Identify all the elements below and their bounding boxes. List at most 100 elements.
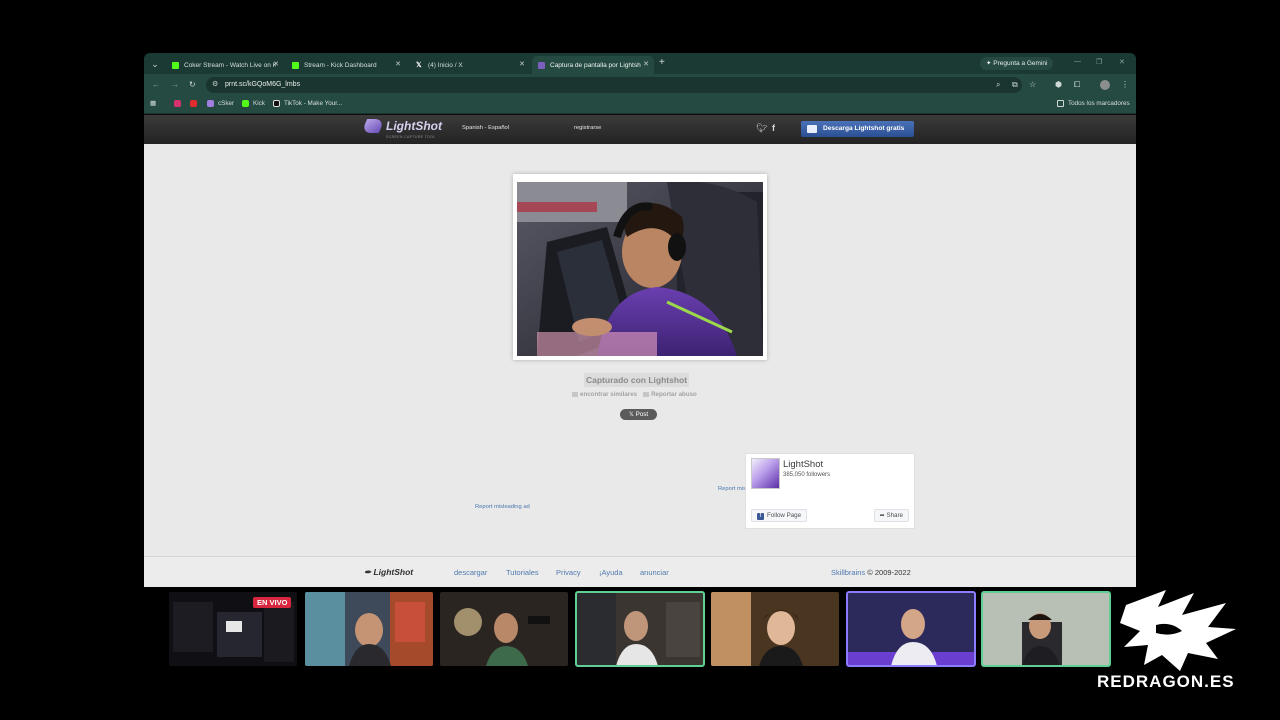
footer-link-privacy[interactable]: Privacy — [556, 568, 581, 577]
x-icon: 𝕏 — [416, 61, 422, 69]
folder-label: Todos los marcadores — [1068, 100, 1130, 107]
extension-icon[interactable]: ⬢ — [1055, 81, 1062, 89]
copyright-text: © 2009-2022 — [867, 568, 911, 577]
footer-link-help[interactable]: ¡Ayuda — [599, 568, 623, 577]
tab-x-inicio[interactable]: 𝕏 (4) Inicio / X ✕ — [410, 56, 530, 74]
flag-icon — [643, 391, 650, 397]
language-selector[interactable]: Spanish - Español — [462, 125, 509, 131]
captured-label: Capturado con Lightshot — [584, 373, 690, 387]
webcam-tile-1: EN VIVO — [169, 592, 297, 666]
streamer-cam-2 — [305, 592, 433, 666]
bookmark-instagram[interactable] — [174, 100, 185, 107]
close-icon[interactable]: ✕ — [519, 60, 525, 68]
find-similar-label: encontrar similares — [580, 391, 638, 398]
kick-icon — [292, 61, 299, 69]
forward-icon[interactable]: → — [171, 80, 179, 89]
window-close-icon[interactable]: ✕ — [1119, 58, 1125, 66]
share-button[interactable]: ➦ Share — [873, 509, 909, 522]
tiktok-icon — [273, 100, 280, 107]
bookmark-label: Kick — [253, 100, 265, 107]
webcam-tile-4 — [575, 591, 705, 667]
stream-layout: ⌄ Coker Stream - Watch Live on K ✕ Strea… — [0, 0, 1280, 720]
puzzle-icon[interactable]: ⧠ — [1074, 81, 1080, 89]
bookmark-label: cSker — [218, 100, 235, 107]
kick-icon — [172, 61, 179, 69]
twitch-icon — [207, 100, 214, 107]
close-icon[interactable]: ✕ — [643, 60, 649, 68]
back-icon[interactable]: ← — [152, 80, 160, 89]
gemini-label: Pregunta a Gemini — [993, 60, 1048, 67]
zoom-icon[interactable]: ⌕ — [996, 81, 1000, 89]
screenshot-image[interactable] — [517, 182, 763, 356]
fb-page-name[interactable]: LightShot — [783, 459, 823, 470]
tab-label: Coker Stream - Watch Live on K — [184, 61, 276, 69]
install-app-icon[interactable]: ⧉ — [1012, 81, 1018, 89]
bookmark-label: TikTok - Make Your... — [284, 100, 343, 107]
tab-strip: ⌄ Coker Stream - Watch Live on K ✕ Strea… — [144, 53, 1136, 74]
x-post-button[interactable]: 𝕏 Post — [620, 409, 657, 420]
new-tab-icon[interactable]: + — [659, 57, 665, 68]
download-label: Descarga Lightshot gratis — [823, 125, 905, 132]
follow-page-button[interactable]: f Follow Page — [751, 509, 808, 522]
image-actions: encontrar similares Reportar abuso — [572, 391, 697, 398]
maximize-icon[interactable]: ❐ — [1096, 58, 1102, 66]
x-post-label: Post — [635, 411, 649, 418]
bookmark-tiktok[interactable]: TikTok - Make Your... — [273, 100, 342, 107]
site-header: LightShot SCREEN CAPTURE TOOL Spanish - … — [144, 115, 1136, 144]
report-abuse-link[interactable]: Reportar abuso — [643, 391, 697, 398]
footer-copyright: Skillbrains © 2009-2022 — [831, 568, 911, 577]
tab-lightshot[interactable]: Captura de pantalla por Lightsh ✕ — [532, 56, 654, 74]
kick-icon — [242, 100, 249, 107]
screenshot-frame — [513, 174, 767, 360]
footer-link-download[interactable]: descargar — [454, 568, 487, 577]
site-footer: ✒ LightShot descargar Tutoriales Privacy… — [144, 556, 1136, 587]
bookmarks-folder[interactable]: Todos los marcadores — [1057, 100, 1130, 107]
find-similar-link[interactable]: encontrar similares — [572, 391, 637, 398]
search-icon — [572, 391, 578, 397]
report-abuse-label: Reportar abuso — [651, 391, 697, 398]
minimize-icon[interactable]: — — [1074, 58, 1081, 65]
download-button[interactable]: Descarga Lightshot gratis — [801, 121, 914, 137]
bookmark-kick[interactable]: Kick — [242, 100, 265, 107]
bookmark-cSker[interactable]: cSker — [207, 100, 234, 107]
gemini-button[interactable]: ✦ Pregunta a Gemini — [980, 57, 1054, 70]
register-link[interactable]: registrarse — [574, 125, 601, 131]
bookmarks-bar: ▦ cSker Kick TikTok - Make Your... Todos… — [144, 96, 1136, 114]
url-text[interactable]: prnt.sc/kGQoM6G_lmbs — [225, 81, 300, 88]
facebook-icon[interactable]: f — [772, 123, 775, 133]
fb-followers: 385,050 followers — [783, 472, 831, 478]
folder-icon — [1057, 100, 1064, 107]
reload-icon[interactable]: ↻ — [189, 80, 196, 89]
lightshot-icon — [538, 61, 545, 69]
close-icon[interactable]: ✕ — [395, 60, 401, 68]
bookmark-star-icon[interactable]: ☆ — [1029, 81, 1036, 89]
tab-kick-dashboard[interactable]: Stream - Kick Dashboard ✕ — [286, 56, 406, 74]
address-bar[interactable]: ⚙ prnt.sc/kGQoM6G_lmbs — [206, 77, 1022, 93]
footer-logo[interactable]: ✒ LightShot — [364, 567, 413, 578]
tab-label: Captura de pantalla por Lightsh — [550, 61, 641, 69]
profile-avatar[interactable] — [1100, 80, 1110, 90]
footer-link-tutorials[interactable]: Tutoriales — [506, 568, 539, 577]
report-ad-link[interactable]: Report misleading ad — [475, 504, 530, 510]
download-icon — [807, 125, 817, 133]
facebook-icon: f — [757, 513, 764, 520]
menu-dots-icon[interactable]: ⋮ — [1121, 81, 1129, 89]
lightshot-page: LightShot SCREEN CAPTURE TOOL Spanish - … — [144, 115, 1136, 587]
webcam-tile-7 — [981, 591, 1111, 667]
twitter-icon[interactable]: 🐦︎ — [756, 123, 767, 134]
tab-coker-stream[interactable]: Coker Stream - Watch Live on K ✕ — [166, 56, 284, 74]
apps-grid-icon[interactable]: ▦ — [150, 100, 156, 107]
youtube-icon — [190, 100, 197, 107]
skillbrains-link[interactable]: Skillbrains — [831, 568, 865, 577]
footer-logo-text: LightShot — [373, 567, 414, 577]
footer-link-advertise[interactable]: anunciar — [640, 568, 669, 577]
follow-label: Follow Page — [767, 512, 802, 519]
redragon-brand-text: REDRAGON.ES — [1097, 672, 1235, 691]
lightshot-avatar[interactable] — [751, 458, 780, 489]
bookmark-youtube[interactable] — [190, 100, 201, 107]
close-icon[interactable]: ✕ — [273, 60, 279, 68]
site-info-icon[interactable]: ⚙ — [212, 80, 218, 88]
tab-search-icon[interactable]: ⌄ — [149, 58, 161, 70]
streamer-cam-4 — [576, 592, 704, 666]
site-logo[interactable]: LightShot — [360, 119, 442, 133]
